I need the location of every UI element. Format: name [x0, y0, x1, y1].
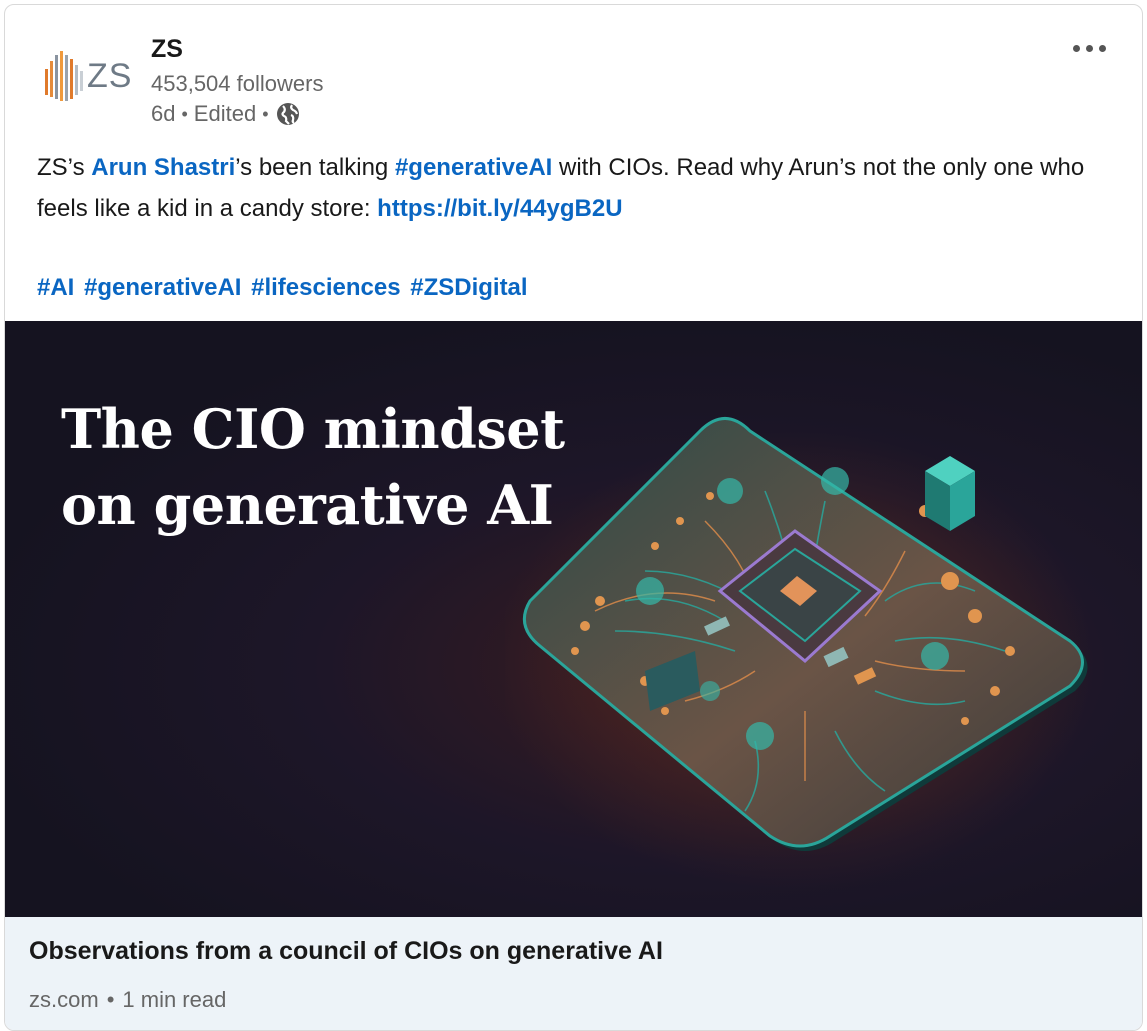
url-link[interactable]: https://bit.ly/44ygB2U	[377, 195, 622, 222]
hashtag-link[interactable]: #generativeAI	[84, 274, 241, 301]
follower-count: 453,504 followers	[151, 71, 324, 96]
mention-link[interactable]: Arun Shastri	[91, 154, 235, 181]
post-meta: 6d • Edited •	[151, 101, 301, 127]
article-read-time: 1 min read	[122, 987, 227, 1012]
hashtag-link[interactable]: #AI	[37, 274, 74, 301]
post-age: 6d	[151, 101, 176, 126]
separator-dot: •	[262, 103, 269, 124]
article-meta: zs.com • 1 min read	[29, 987, 226, 1013]
more-options-button[interactable]	[1064, 33, 1114, 63]
edited-label: Edited	[193, 101, 257, 126]
article-domain: zs.com	[29, 987, 99, 1012]
hashtag-link[interactable]: #lifesciences	[251, 274, 400, 301]
company-logo[interactable]: ZS	[41, 41, 137, 113]
post-text-segment: ’s been talking	[235, 154, 395, 181]
ellipsis-dot	[1085, 44, 1093, 52]
zs-logo-icon	[45, 51, 83, 101]
post-header: ZS ZS 453,504 followers 6d • Edited •	[5, 5, 1142, 145]
circuit-chip-illustration	[505, 417, 1095, 891]
post-text-segment: ZS’s	[37, 154, 92, 181]
article-link-preview[interactable]: Observations from a council of CIOs on g…	[5, 917, 1142, 1030]
separator-dot: •	[106, 987, 115, 1012]
post-image[interactable]: The CIO mindset on generative AI	[5, 321, 1142, 917]
post-body: ZS’s Arun Shastri’s been talking #genera…	[37, 147, 1117, 229]
ellipsis-dot	[1098, 44, 1106, 52]
image-headline-line: The CIO mindset	[61, 397, 565, 461]
article-title: Observations from a council of CIOs on g…	[29, 937, 663, 965]
hashtag-list: #AI #generativeAI #lifesciences #ZSDigit…	[37, 267, 531, 308]
logo-wordmark: ZS	[87, 57, 133, 95]
image-headline-line: on generative AI	[61, 473, 554, 537]
image-headline: The CIO mindset on generative AI	[61, 391, 565, 543]
hashtag-link[interactable]: #generativeAI	[395, 154, 552, 181]
post-card: ZS ZS 453,504 followers 6d • Edited • ZS…	[4, 4, 1143, 1031]
ellipsis-dot	[1072, 44, 1080, 52]
separator-dot: •	[181, 103, 188, 124]
company-name[interactable]: ZS	[151, 35, 183, 64]
hashtag-link[interactable]: #ZSDigital	[410, 274, 527, 301]
globe-icon	[276, 103, 299, 125]
